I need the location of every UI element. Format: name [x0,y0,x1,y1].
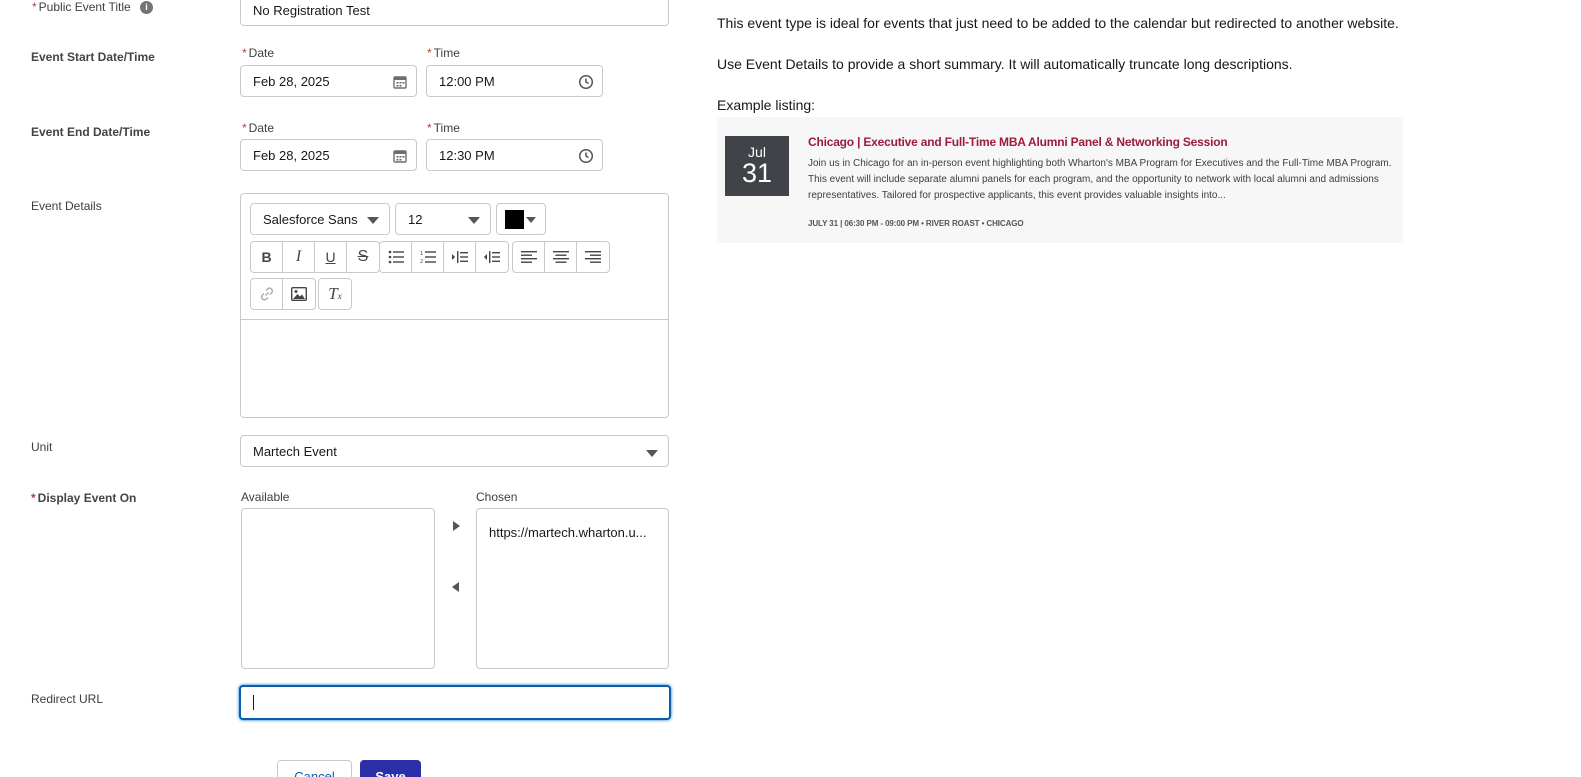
image-icon [291,287,307,301]
align-right-icon [585,251,601,263]
text-color-picker[interactable] [496,203,546,235]
align-center-icon [552,251,569,263]
numbered-list-button[interactable]: 12 [412,242,444,272]
italic-icon: I [295,248,302,265]
available-label: Available [241,490,290,504]
indent-icon [451,251,468,263]
unit-label: Unit [31,440,53,454]
rte-content-area[interactable] [241,321,668,417]
chosen-listbox[interactable]: https://martech.wharton.u... [476,508,669,669]
align-left-icon [520,251,537,263]
format-buttons: B I U S [250,241,380,273]
italic-button[interactable]: I [283,242,315,272]
example-listing-label: Example listing: [717,97,816,113]
start-time-input[interactable]: 12:00 PM [426,65,603,97]
start-date-label: * Date [242,46,275,60]
end-date-label: * Date [242,121,275,135]
chevron-down-icon [526,217,536,223]
chevron-down-icon [367,217,379,224]
list-item[interactable]: https://martech.wharton.u... [489,525,659,540]
font-family-select[interactable]: Salesforce Sans [250,203,390,235]
move-right-button[interactable] [453,521,460,531]
date-badge: Jul 31 [725,136,789,196]
start-time-label: * Time [427,46,460,60]
link-button[interactable] [251,279,283,309]
available-listbox[interactable] [241,508,435,669]
numbered-list-icon: 12 [420,251,436,264]
image-button[interactable] [283,279,315,309]
save-button[interactable]: Save [360,760,421,777]
listing-title: Chicago | Executive and Full-Time MBA Al… [808,135,1228,149]
align-buttons [512,241,610,273]
redirect-url-input[interactable] [239,685,671,720]
underline-icon: U [325,249,336,265]
link-icon [260,287,273,301]
strikethrough-button[interactable]: S [347,242,379,272]
rte-toolbar: Salesforce Sans 12 B I U S 12 Tx [241,194,668,320]
list-buttons: 12 [379,241,509,273]
outdent-button[interactable] [476,242,508,272]
public-title-input[interactable]: No Registration Test [240,0,669,26]
end-time-input[interactable]: 12:30 PM [426,139,603,171]
info-line-2: Use Event Details to provide a short sum… [717,56,1293,72]
start-date-input[interactable]: Feb 28, 2025 [240,65,417,97]
chevron-down-icon [646,450,658,457]
redirect-url-label: Redirect URL [31,692,104,706]
clock-icon[interactable] [578,74,594,90]
font-size-select[interactable]: 12 [395,203,491,235]
outdent-icon [484,251,500,263]
clock-icon[interactable] [578,148,594,164]
align-center-button[interactable] [545,242,577,272]
insert-buttons [250,278,316,310]
bold-icon: B [261,249,272,265]
calendar-icon[interactable] [392,74,408,90]
info-icon[interactable]: i [140,1,154,15]
align-right-button[interactable] [577,242,609,272]
example-listing-card: Jul 31 Chicago | Executive and Full-Time… [717,117,1403,243]
bold-button[interactable]: B [251,242,283,272]
event-start-label: Event Start Date/Time [31,50,155,64]
svg-text:2: 2 [420,259,423,264]
color-swatch [505,209,524,229]
strikethrough-icon: S [357,248,369,265]
clear-formatting-button[interactable]: Tx [319,279,351,309]
chosen-label: Chosen [476,490,518,504]
cancel-button[interactable]: Cancel [277,760,352,777]
end-time-label: * Time [427,121,460,135]
align-left-button[interactable] [513,242,545,272]
svg-text:1: 1 [420,251,423,257]
listing-description: Join us in Chicago for an in-person even… [808,158,1392,201]
listing-meta: July 31 | 06:30 PM - 09:00 PM • River Ro… [808,219,1024,228]
clear-format-group: Tx [318,278,352,310]
bullet-list-icon [388,250,404,264]
indent-button[interactable] [444,242,476,272]
end-date-input[interactable]: Feb 28, 2025 [240,139,417,171]
event-end-label: Event End Date/Time [31,125,151,139]
bullet-list-button[interactable] [380,242,412,272]
public-title-label: * Public Event Title i [32,0,154,15]
info-line-1: This event type is ideal for events that… [717,15,1399,31]
event-details-label: Event Details [31,199,102,213]
date-day: 31 [741,158,773,188]
calendar-icon[interactable] [392,148,408,164]
underline-button[interactable]: U [315,242,347,272]
clear-formatting-icon: Tx [328,284,342,303]
display-event-on-label: * Display Event On [31,491,137,505]
rich-text-editor: Salesforce Sans 12 B I U S 12 Tx [240,193,669,418]
chevron-down-icon [468,217,480,224]
move-left-button[interactable] [452,582,459,592]
unit-select[interactable]: Martech Event [240,435,669,467]
text-cursor [253,695,254,710]
